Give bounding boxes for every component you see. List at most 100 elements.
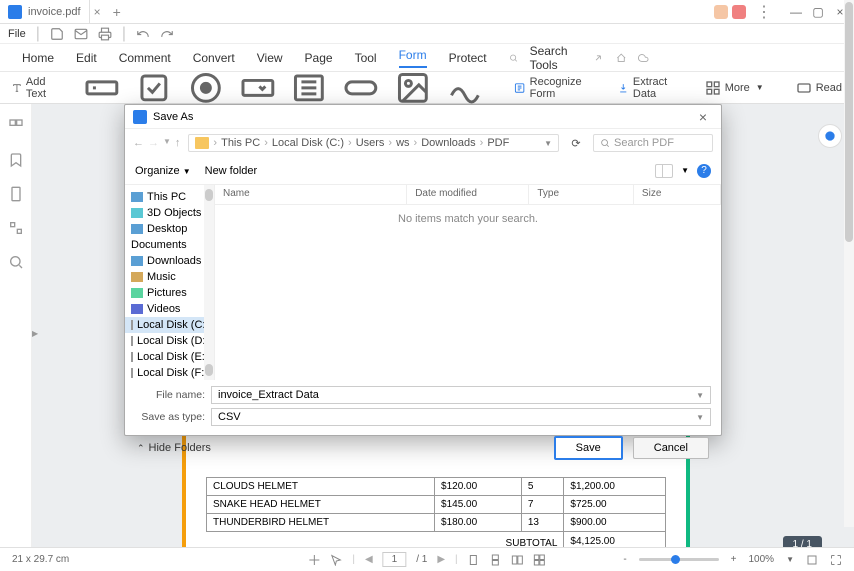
- tree-item[interactable]: Documents: [125, 237, 214, 253]
- more-button[interactable]: More▼: [705, 80, 764, 96]
- kebab-menu-icon[interactable]: ⋮: [750, 2, 778, 22]
- redo-icon[interactable]: [160, 27, 174, 41]
- print-icon[interactable]: [98, 27, 112, 41]
- share-icon[interactable]: [593, 51, 603, 65]
- next-page-button[interactable]: ▶: [437, 554, 445, 565]
- page-number[interactable]: 1: [383, 552, 407, 567]
- help-button[interactable]: ?: [697, 164, 711, 178]
- tab-close-button[interactable]: ×: [90, 5, 105, 19]
- zoom-in-button[interactable]: +: [731, 554, 737, 565]
- tree-item[interactable]: Local Disk (D:): [125, 333, 214, 349]
- menu-convert[interactable]: Convert: [193, 51, 235, 65]
- continuous-icon[interactable]: [490, 554, 502, 566]
- layers-icon[interactable]: [8, 220, 24, 236]
- notification-badge[interactable]: [714, 5, 728, 19]
- single-page-icon[interactable]: [468, 554, 480, 566]
- search-panel-icon[interactable]: [8, 254, 24, 270]
- cloud-icon[interactable]: [638, 51, 648, 65]
- button-field-icon[interactable]: [343, 70, 379, 106]
- search-tools-icon[interactable]: [509, 52, 518, 64]
- folder-tree[interactable]: This PC3D ObjectsDesktopDocumentsDownloa…: [125, 185, 215, 380]
- nav-forward-button[interactable]: →: [148, 137, 159, 149]
- hide-folders-button[interactable]: ⌃Hide Folders: [137, 442, 211, 454]
- image-field-icon[interactable]: [395, 70, 431, 106]
- menu-page[interactable]: Page: [305, 51, 333, 65]
- organize-button[interactable]: Organize ▼: [135, 165, 191, 177]
- menu-comment[interactable]: Comment: [119, 51, 171, 65]
- file-menu[interactable]: File: [8, 28, 26, 40]
- zoom-out-button[interactable]: -: [623, 554, 626, 565]
- tree-item[interactable]: Downloads: [125, 253, 214, 269]
- thumbnails-icon[interactable]: [8, 118, 24, 134]
- home-icon[interactable]: [616, 51, 626, 65]
- menu-edit[interactable]: Edit: [76, 51, 97, 65]
- recognize-form-button[interactable]: Recognize Form: [514, 76, 586, 100]
- undo-icon[interactable]: [136, 27, 150, 41]
- two-continuous-icon[interactable]: [534, 554, 546, 566]
- menu-tool[interactable]: Tool: [355, 51, 377, 65]
- vertical-scrollbar[interactable]: [844, 0, 854, 527]
- tree-item[interactable]: This PC: [125, 189, 214, 205]
- view-dropdown[interactable]: ▼: [681, 166, 689, 175]
- text-field-icon[interactable]: [84, 70, 120, 106]
- zoom-slider[interactable]: [639, 558, 719, 561]
- nav-up-button[interactable]: ↑: [175, 137, 181, 149]
- refresh-button[interactable]: ⟳: [567, 137, 585, 150]
- hand-tool-icon[interactable]: [308, 554, 320, 566]
- tree-item[interactable]: Music: [125, 269, 214, 285]
- file-list-header[interactable]: Name Date modified Type Size: [215, 185, 721, 205]
- fullscreen-icon[interactable]: [830, 554, 842, 566]
- tree-item[interactable]: Local Disk (F:): [125, 365, 214, 380]
- menu-view[interactable]: View: [257, 51, 283, 65]
- add-text-button[interactable]: Add Text: [12, 76, 52, 100]
- bookmark-icon[interactable]: [8, 152, 24, 168]
- read-button[interactable]: Read: [796, 80, 842, 96]
- fit-page-icon[interactable]: [806, 554, 818, 566]
- tree-item[interactable]: Local Disk (C:): [125, 317, 214, 333]
- dialog-search-input[interactable]: Search PDF: [593, 134, 713, 152]
- attachment-icon[interactable]: [8, 186, 24, 202]
- dropdown-icon[interactable]: [240, 70, 276, 106]
- listbox-icon[interactable]: [291, 70, 327, 106]
- extract-data-button[interactable]: Extract Data: [618, 76, 672, 100]
- radio-icon[interactable]: [188, 70, 224, 106]
- checkbox-icon[interactable]: [136, 70, 172, 106]
- save-button[interactable]: Save: [554, 436, 623, 460]
- zoom-value[interactable]: 100%: [749, 554, 775, 565]
- two-page-icon[interactable]: [512, 554, 524, 566]
- mail-icon[interactable]: [74, 27, 88, 41]
- sidebar-toggle[interactable]: ▶: [32, 329, 38, 357]
- dialog-close-button[interactable]: ×: [693, 109, 713, 125]
- save-icon[interactable]: [50, 27, 64, 41]
- search-tools-placeholder[interactable]: Search Tools: [530, 44, 582, 72]
- menu-home[interactable]: Home: [22, 51, 54, 65]
- new-folder-button[interactable]: New folder: [205, 165, 258, 177]
- document-tab[interactable]: invoice.pdf: [0, 0, 90, 23]
- maximize-button[interactable]: ▢: [808, 5, 828, 19]
- breadcrumb-dropdown[interactable]: ▼: [544, 139, 552, 148]
- tree-item[interactable]: Desktop: [125, 221, 214, 237]
- scrollbar-thumb[interactable]: [845, 2, 853, 242]
- menu-protect[interactable]: Protect: [449, 51, 487, 65]
- dialog-titlebar[interactable]: Save As ×: [125, 105, 721, 129]
- nav-back-button[interactable]: ←: [133, 137, 144, 149]
- tree-item[interactable]: Videos: [125, 301, 214, 317]
- breadcrumb[interactable]: ›This PC ›Local Disk (C:) ›Users ›ws ›Do…: [188, 134, 559, 152]
- tree-item[interactable]: 3D Objects: [125, 205, 214, 221]
- prev-page-button[interactable]: ◀: [365, 554, 373, 565]
- save-type-select[interactable]: CSV▼: [211, 408, 711, 426]
- tree-item[interactable]: Pictures: [125, 285, 214, 301]
- minimize-button[interactable]: —: [786, 5, 806, 19]
- tree-item[interactable]: Local Disk (E:): [125, 349, 214, 365]
- view-mode-button[interactable]: [655, 164, 673, 178]
- select-tool-icon[interactable]: [330, 554, 342, 566]
- new-tab-button[interactable]: +: [105, 4, 129, 20]
- file-list[interactable]: Name Date modified Type Size No items ma…: [215, 185, 721, 380]
- signature-icon[interactable]: [447, 70, 483, 106]
- update-badge[interactable]: [732, 5, 746, 19]
- file-name-input[interactable]: invoice_Extract Data▼: [211, 386, 711, 404]
- ai-assist-button[interactable]: [818, 124, 842, 148]
- nav-history-button[interactable]: ▼: [163, 137, 171, 149]
- menu-form[interactable]: Form: [399, 48, 427, 68]
- cancel-button[interactable]: Cancel: [633, 437, 709, 459]
